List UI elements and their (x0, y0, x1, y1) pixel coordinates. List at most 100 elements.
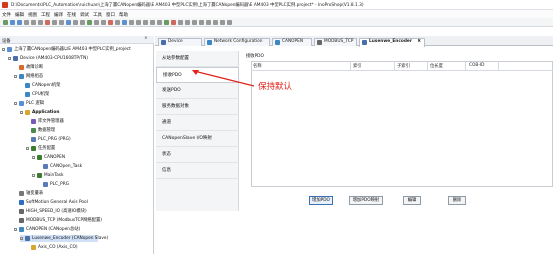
expand-toggle-icon[interactable]: - (14, 101, 17, 105)
sidebar-item[interactable]: 从站参数配置 (156, 51, 239, 67)
menu-item[interactable]: 工具 (93, 12, 102, 18)
add-pdo-button[interactable]: 增加PDO (309, 196, 333, 205)
tab-modbus-tcp[interactable]: MODBUS_TCP (314, 38, 357, 46)
toolbar-button-icon[interactable] (38, 20, 43, 25)
panel-close-icon[interactable]: × (144, 36, 148, 41)
tree-item[interactable]: PLC_PRG (38, 181, 69, 188)
menu-item[interactable]: 帮助 (119, 12, 128, 18)
tree-item[interactable]: - CANOPEN (CANopen总站) (14, 226, 80, 233)
tree-item[interactable]: SoftMotion General Axis Pool (14, 199, 88, 206)
menu-item[interactable]: 文件 (2, 12, 11, 18)
tree-item[interactable]: - 网络组态 (14, 73, 43, 80)
tree-item[interactable]: HIGH_SPEED_IO (高速IO模块) (14, 208, 87, 215)
toolbar-button-icon[interactable] (108, 20, 113, 25)
expand-toggle-icon[interactable]: - (14, 74, 17, 78)
column-header[interactable]: COB-ID (469, 63, 484, 68)
tree-item[interactable]: CANopen机架 (20, 82, 60, 89)
expand-toggle-icon[interactable]: - (32, 173, 35, 177)
delete-button[interactable]: 删除 (448, 196, 466, 205)
tree-item[interactable]: MODBUS_TCP (ModbusTCP网络配置) (14, 217, 102, 224)
toolbar-button-icon[interactable] (178, 20, 183, 25)
column-header[interactable]: 位长度 (430, 63, 443, 69)
toolbar-button-icon[interactable] (3, 20, 8, 25)
toolbar-button-icon[interactable] (143, 20, 148, 25)
column-header[interactable]: 索引 (353, 63, 362, 69)
menu-item[interactable]: 编辑 (15, 12, 24, 18)
toolbar-button-icon[interactable] (157, 20, 162, 25)
toolbar-button-icon[interactable] (59, 20, 64, 25)
toolbar-button-icon[interactable] (31, 20, 36, 25)
menu-item[interactable]: 在线 (67, 12, 76, 18)
expand-toggle-icon[interactable]: - (26, 146, 29, 150)
menu-item[interactable]: 视图 (28, 12, 37, 18)
pdo-table[interactable] (251, 61, 553, 187)
toolbar-button-icon[interactable] (45, 20, 50, 25)
tree-item[interactable]: 库文件管理器 (26, 118, 64, 125)
close-tab-icon[interactable]: ✖ (417, 39, 421, 45)
tree-item[interactable]: - Application (20, 109, 59, 116)
toolbar-button-icon[interactable] (129, 20, 134, 25)
toolbar-button-icon[interactable] (164, 20, 169, 25)
toolbar-button-icon[interactable] (199, 20, 204, 25)
menu-item[interactable]: 工程 (41, 12, 50, 18)
toolbar-button-icon[interactable] (213, 20, 218, 25)
sidebar-item[interactable]: 通道 (156, 115, 239, 131)
toolbar-button-icon[interactable] (17, 20, 22, 25)
expand-toggle-icon[interactable]: - (14, 227, 17, 231)
tree-item[interactable]: PLC_PRG (PRG) (26, 136, 71, 143)
add-pdo-mapping-button[interactable]: 增加PDO映射 (349, 196, 383, 205)
toolbar-button-icon[interactable] (150, 20, 155, 25)
sidebar-item[interactable]: 状态 (156, 147, 239, 163)
toolbar-button-icon[interactable] (73, 20, 78, 25)
tree-item[interactable]: 故障诊断 (14, 64, 43, 71)
tab-network-configuration[interactable]: Network Configuration (204, 38, 270, 46)
section-title: 接收PDO (246, 54, 264, 59)
edit-button[interactable]: 编辑 (403, 196, 421, 205)
column-header[interactable]: 子索引 (397, 63, 410, 69)
tree-item[interactable]: - MainTask (32, 172, 64, 179)
tree-item[interactable]: - 任务配置 (26, 145, 55, 152)
toolbar-button-icon[interactable] (136, 20, 141, 25)
toolbar-button-icon[interactable] (192, 20, 197, 25)
toolbar-button-icon[interactable] (66, 20, 71, 25)
tab-canopen[interactable]: CANOPEN (272, 38, 312, 46)
tree-item[interactable]: - 上海了赢CANopen编码器以E AM403 中型PLC实例_project (2, 46, 131, 53)
toolbar-button-icon[interactable] (171, 20, 176, 25)
menu-item[interactable]: 窗口 (106, 12, 115, 18)
tree-item[interactable]: CANOpen_Task (38, 163, 82, 170)
tab-lusenwe-encoder[interactable]: Lusenwe_Encoder ✖ (359, 38, 425, 47)
toolbar-button-icon[interactable] (185, 20, 190, 25)
tree-item[interactable]: - Lusenwe_Encoder (CANopen Slave) (20, 235, 108, 242)
expand-toggle-icon[interactable]: - (20, 236, 23, 240)
toolbar-button-icon[interactable] (94, 20, 99, 25)
menu-item[interactable]: 编译 (54, 12, 63, 18)
toolbar-button-icon[interactable] (115, 20, 120, 25)
expand-toggle-icon[interactable]: - (8, 56, 11, 60)
tree-item[interactable]: - CANOPEN (32, 154, 65, 161)
tab-device[interactable]: Device (158, 38, 202, 46)
tree-item[interactable]: 轴变量表 (14, 190, 43, 197)
toolbar-button-icon[interactable] (227, 20, 232, 25)
toolbar-button-icon[interactable] (10, 20, 15, 25)
toolbar-button-icon[interactable] (80, 20, 85, 25)
toolbar-button-icon[interactable] (24, 20, 29, 25)
toolbar-button-icon[interactable] (122, 20, 127, 25)
toolbar-button-icon[interactable] (101, 20, 106, 25)
expand-toggle-icon[interactable]: - (32, 155, 35, 159)
sidebar-item[interactable]: CANopenSlave I/O映射 (156, 131, 239, 147)
toolbar-button-icon[interactable] (220, 20, 225, 25)
sidebar-item[interactable]: 服务数据对象 (156, 99, 239, 115)
tree-item[interactable]: - Device (AM403-CPU1608TP/TN) (8, 55, 88, 62)
tree-item[interactable]: 数据管理 (26, 127, 55, 134)
toolbar-button-icon[interactable] (52, 20, 57, 25)
expand-toggle-icon[interactable]: - (20, 110, 23, 114)
menu-item[interactable]: 调试 (80, 12, 89, 18)
tree-item[interactable]: Axis_CO (Axis_CO) (26, 244, 78, 251)
sidebar-item[interactable]: 信息 (156, 163, 239, 179)
toolbar-button-icon[interactable] (206, 20, 211, 25)
tree-item[interactable]: - PLC 逻辑 (14, 100, 44, 107)
column-header[interactable]: 名称 (253, 63, 262, 69)
toolbar-button-icon[interactable] (87, 20, 92, 25)
tree-item[interactable]: CPU机架 (20, 91, 49, 98)
expand-toggle-icon[interactable]: - (2, 47, 5, 51)
